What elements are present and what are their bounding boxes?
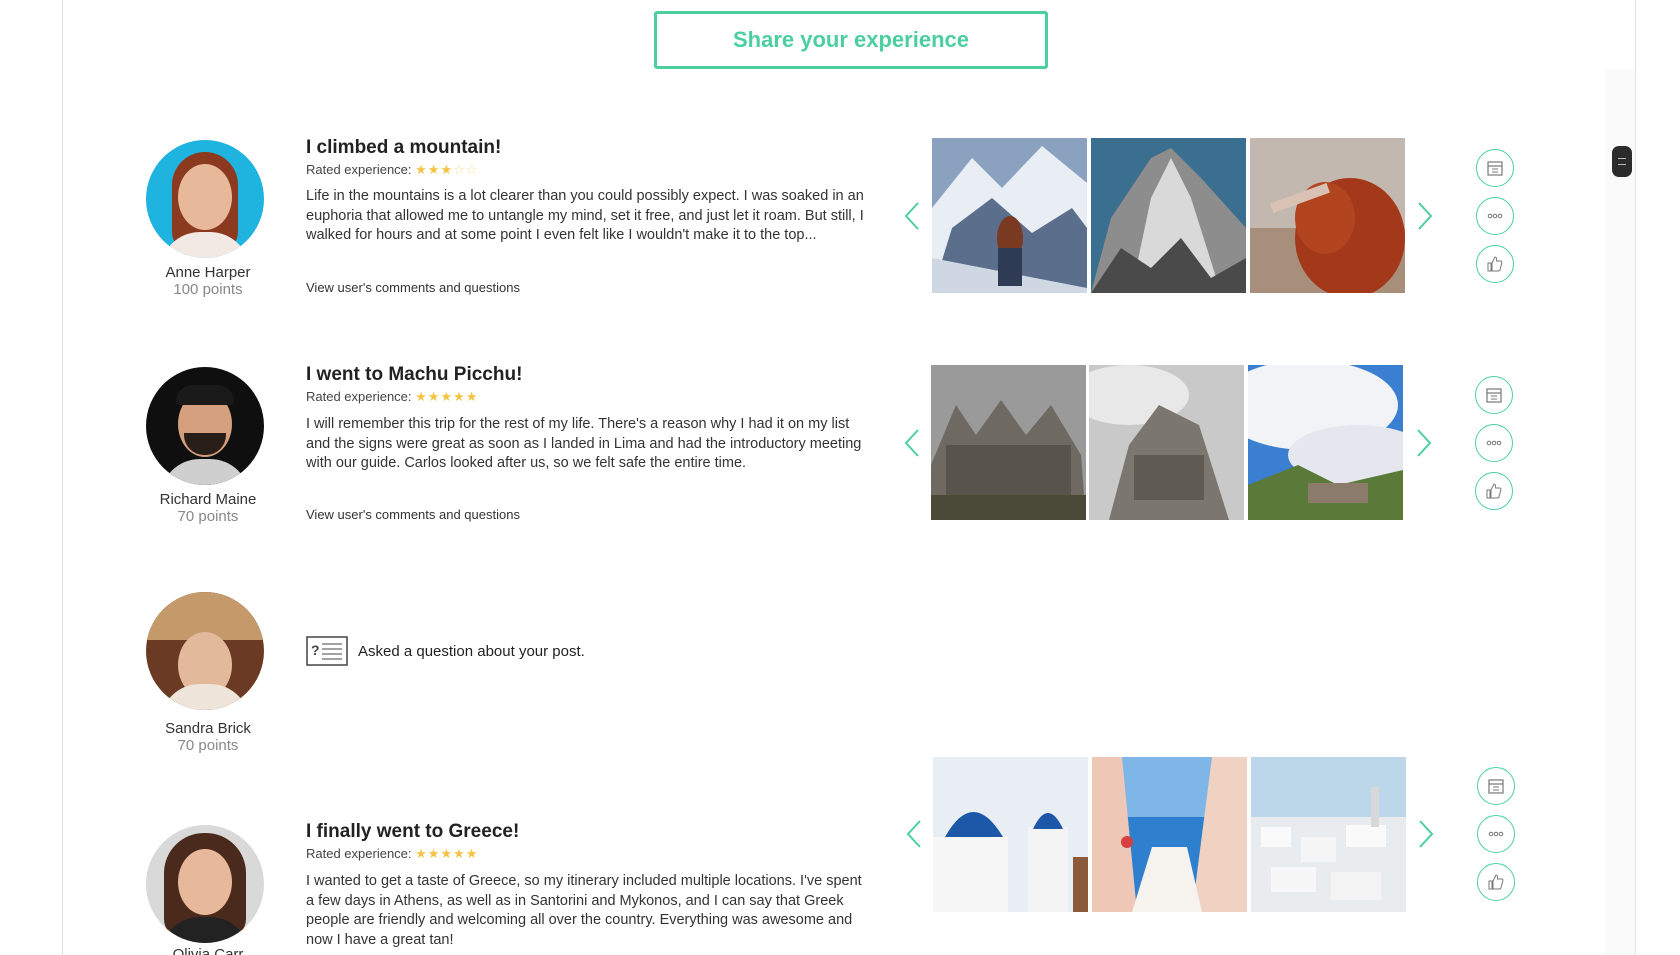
view-comments-link[interactable]: View user's comments and questions — [306, 280, 520, 295]
post-photo[interactable] — [1251, 757, 1406, 912]
star-rating: ★★★★★ — [415, 389, 479, 404]
carousel-next-arrow[interactable] — [1416, 428, 1432, 458]
user-points: 100 points — [173, 281, 243, 298]
page-border-right — [1635, 0, 1636, 955]
calendar-icon — [1486, 388, 1502, 403]
view-comments-link[interactable]: View user's comments and questions — [306, 507, 520, 522]
thumbs-up-icon — [1488, 874, 1504, 890]
share-experience-button[interactable]: Share your experience — [654, 11, 1048, 69]
post-title[interactable]: I finally went to Greece! — [306, 821, 519, 843]
rated-label: Rated experience: — [306, 162, 412, 177]
post-photo[interactable] — [1248, 365, 1403, 520]
post-text: I will remember this trip for the rest o… — [306, 416, 862, 471]
more-dots-icon — [1488, 831, 1504, 837]
post-photo[interactable] — [932, 138, 1087, 293]
star-rating: ★★★★★ — [415, 846, 479, 861]
post-photo[interactable] — [1250, 138, 1405, 293]
scrollbar-track[interactable] — [1605, 70, 1635, 955]
rating-row: Rated experience: ★★★★★ — [306, 846, 478, 862]
like-button[interactable] — [1475, 472, 1513, 510]
page-border-left — [62, 0, 63, 955]
avatar[interactable] — [146, 140, 264, 258]
rating-row: Rated experience: ★★★★★ — [306, 389, 478, 405]
more-options-button[interactable] — [1477, 815, 1515, 853]
carousel-prev-arrow[interactable] — [904, 201, 920, 231]
carousel-next-arrow[interactable] — [1417, 201, 1433, 231]
rated-label: Rated experience: — [306, 846, 412, 861]
post-photo[interactable] — [1089, 365, 1244, 520]
post-photo[interactable] — [933, 757, 1088, 912]
more-dots-icon — [1487, 213, 1503, 219]
user-points: 70 points — [177, 737, 239, 754]
post-text: Life in the mountains is a lot clearer t… — [306, 188, 864, 243]
question-text[interactable]: Asked a question about your post. — [358, 643, 585, 660]
carousel-prev-arrow[interactable] — [906, 819, 922, 849]
rated-label: Rated experience: — [306, 389, 412, 404]
calendar-button[interactable] — [1475, 376, 1513, 414]
user-name[interactable]: Richard Maine — [138, 491, 278, 508]
like-button[interactable] — [1476, 245, 1514, 283]
more-options-button[interactable] — [1475, 424, 1513, 462]
calendar-icon — [1488, 779, 1504, 794]
user-name[interactable]: Olivia Carr — [138, 946, 278, 955]
post-photo[interactable] — [1091, 138, 1246, 293]
calendar-icon — [1487, 161, 1503, 176]
carousel-next-arrow[interactable] — [1418, 819, 1434, 849]
calendar-button[interactable] — [1477, 767, 1515, 805]
post-title[interactable]: I climbed a mountain! — [306, 137, 501, 159]
user-points: 70 points — [177, 508, 239, 525]
avatar[interactable] — [146, 825, 264, 943]
like-button[interactable] — [1477, 863, 1515, 901]
more-options-button[interactable] — [1476, 197, 1514, 235]
post-title[interactable]: I went to Machu Picchu! — [306, 364, 522, 386]
question-icon: ? — [306, 636, 348, 666]
scrollbar-thumb[interactable] — [1612, 146, 1632, 177]
user-name[interactable]: Anne Harper — [138, 264, 278, 281]
star-rating: ★★★☆☆ — [415, 162, 479, 177]
more-dots-icon — [1486, 440, 1502, 446]
calendar-button[interactable] — [1476, 149, 1514, 187]
avatar[interactable] — [146, 367, 264, 485]
post-text: I wanted to get a taste of Greece, so my… — [306, 873, 862, 948]
rating-row: Rated experience: ★★★☆☆ — [306, 162, 478, 178]
thumbs-up-icon — [1487, 256, 1503, 272]
user-name[interactable]: Sandra Brick — [138, 720, 278, 737]
carousel-prev-arrow[interactable] — [904, 428, 920, 458]
post-photo[interactable] — [1092, 757, 1247, 912]
avatar[interactable] — [146, 592, 264, 710]
thumbs-up-icon — [1486, 483, 1502, 499]
post-photo[interactable] — [931, 365, 1086, 520]
svg-text:?: ? — [311, 642, 320, 658]
